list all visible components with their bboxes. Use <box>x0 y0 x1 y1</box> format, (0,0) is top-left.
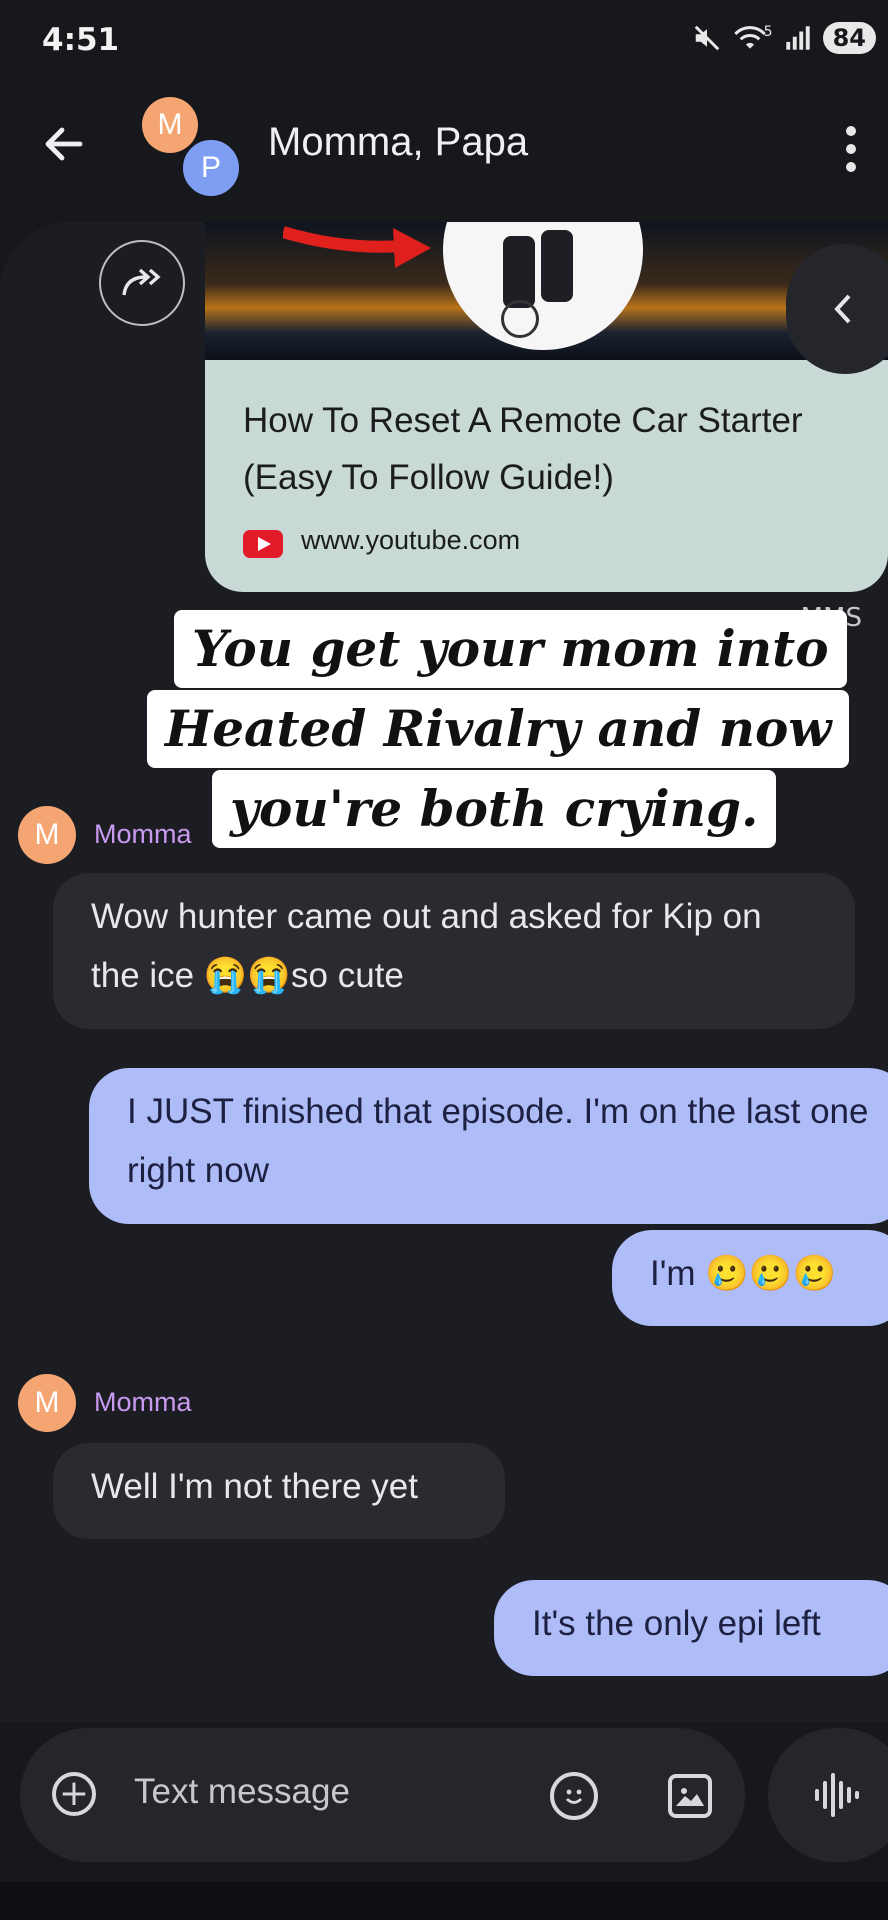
status-icons: 5 84 <box>692 22 876 54</box>
avatar-papa[interactable]: P <box>180 137 242 199</box>
message-bubble-outgoing[interactable]: I JUST finished that episode. I'm on the… <box>89 1068 888 1224</box>
message-bubble-outgoing[interactable]: I'm 🥲🥲🥲 <box>612 1230 888 1326</box>
preview-thumbnail <box>205 222 888 360</box>
message-bubble-outgoing[interactable]: It's the only epi left <box>494 1580 888 1676</box>
mute-icon <box>694 25 719 51</box>
message-input[interactable]: Text message <box>134 1772 350 1812</box>
message-text: I JUST finished that episode. I'm on the… <box>127 1092 869 1190</box>
conversation-title[interactable]: Momma, Papa <box>268 120 528 165</box>
key-fob-graphic <box>541 230 573 302</box>
preview-circle <box>443 222 643 350</box>
message-text: It's the only epi left <box>532 1604 821 1643</box>
key-fob-graphic <box>503 236 535 308</box>
red-arrow-graphic <box>283 226 431 268</box>
compose-bar <box>20 1728 745 1862</box>
voice-icon <box>815 1773 859 1817</box>
caption-line: Heated Rivalry and now <box>147 690 850 768</box>
link-preview-card[interactable]: How To Reset A Remote Car Starter (Easy … <box>205 222 888 592</box>
sender-name: Momma <box>94 819 192 849</box>
caption-line: you're both crying. <box>212 770 777 848</box>
preview-title: How To Reset A Remote Car Starter (Easy … <box>243 401 803 497</box>
key-ring-graphic <box>501 300 539 338</box>
more-vert-icon[interactable] <box>846 126 858 180</box>
back-arrow-icon[interactable] <box>40 120 88 168</box>
caption-line: You get your mom into <box>174 610 847 688</box>
navigation-bar <box>0 1882 888 1920</box>
preview-url: www.youtube.com <box>301 525 521 555</box>
message-text: I'm 🥲🥲🥲 <box>650 1254 837 1293</box>
wifi-icon <box>733 26 766 49</box>
sender-name: Momma <box>94 1387 192 1417</box>
youtube-icon <box>243 530 283 558</box>
network-label: 5 <box>763 24 773 40</box>
share-forward-icon <box>122 268 161 296</box>
message-bubble-incoming[interactable]: Wow hunter came out and asked for Kip on… <box>53 873 855 1029</box>
voice-button[interactable] <box>768 1728 888 1862</box>
avatar[interactable]: M <box>18 1374 76 1432</box>
share-forward-button[interactable] <box>99 240 185 326</box>
message-text: Wow hunter came out and asked for Kip on… <box>91 897 762 995</box>
message-bubble-incoming[interactable]: Well I'm not there yet <box>53 1443 505 1539</box>
collapse-button[interactable] <box>786 244 888 374</box>
message-text: Well I'm not there yet <box>91 1467 418 1506</box>
add-icon[interactable]: + <box>52 1772 96 1816</box>
status-time: 4:51 <box>42 22 120 58</box>
chevron-left-icon <box>834 294 851 324</box>
avatar[interactable]: M <box>18 806 76 864</box>
battery-badge: 84 <box>822 22 876 54</box>
emoji-icon[interactable] <box>550 1772 598 1820</box>
signal-icon <box>785 26 810 50</box>
gallery-icon[interactable] <box>668 1774 712 1818</box>
